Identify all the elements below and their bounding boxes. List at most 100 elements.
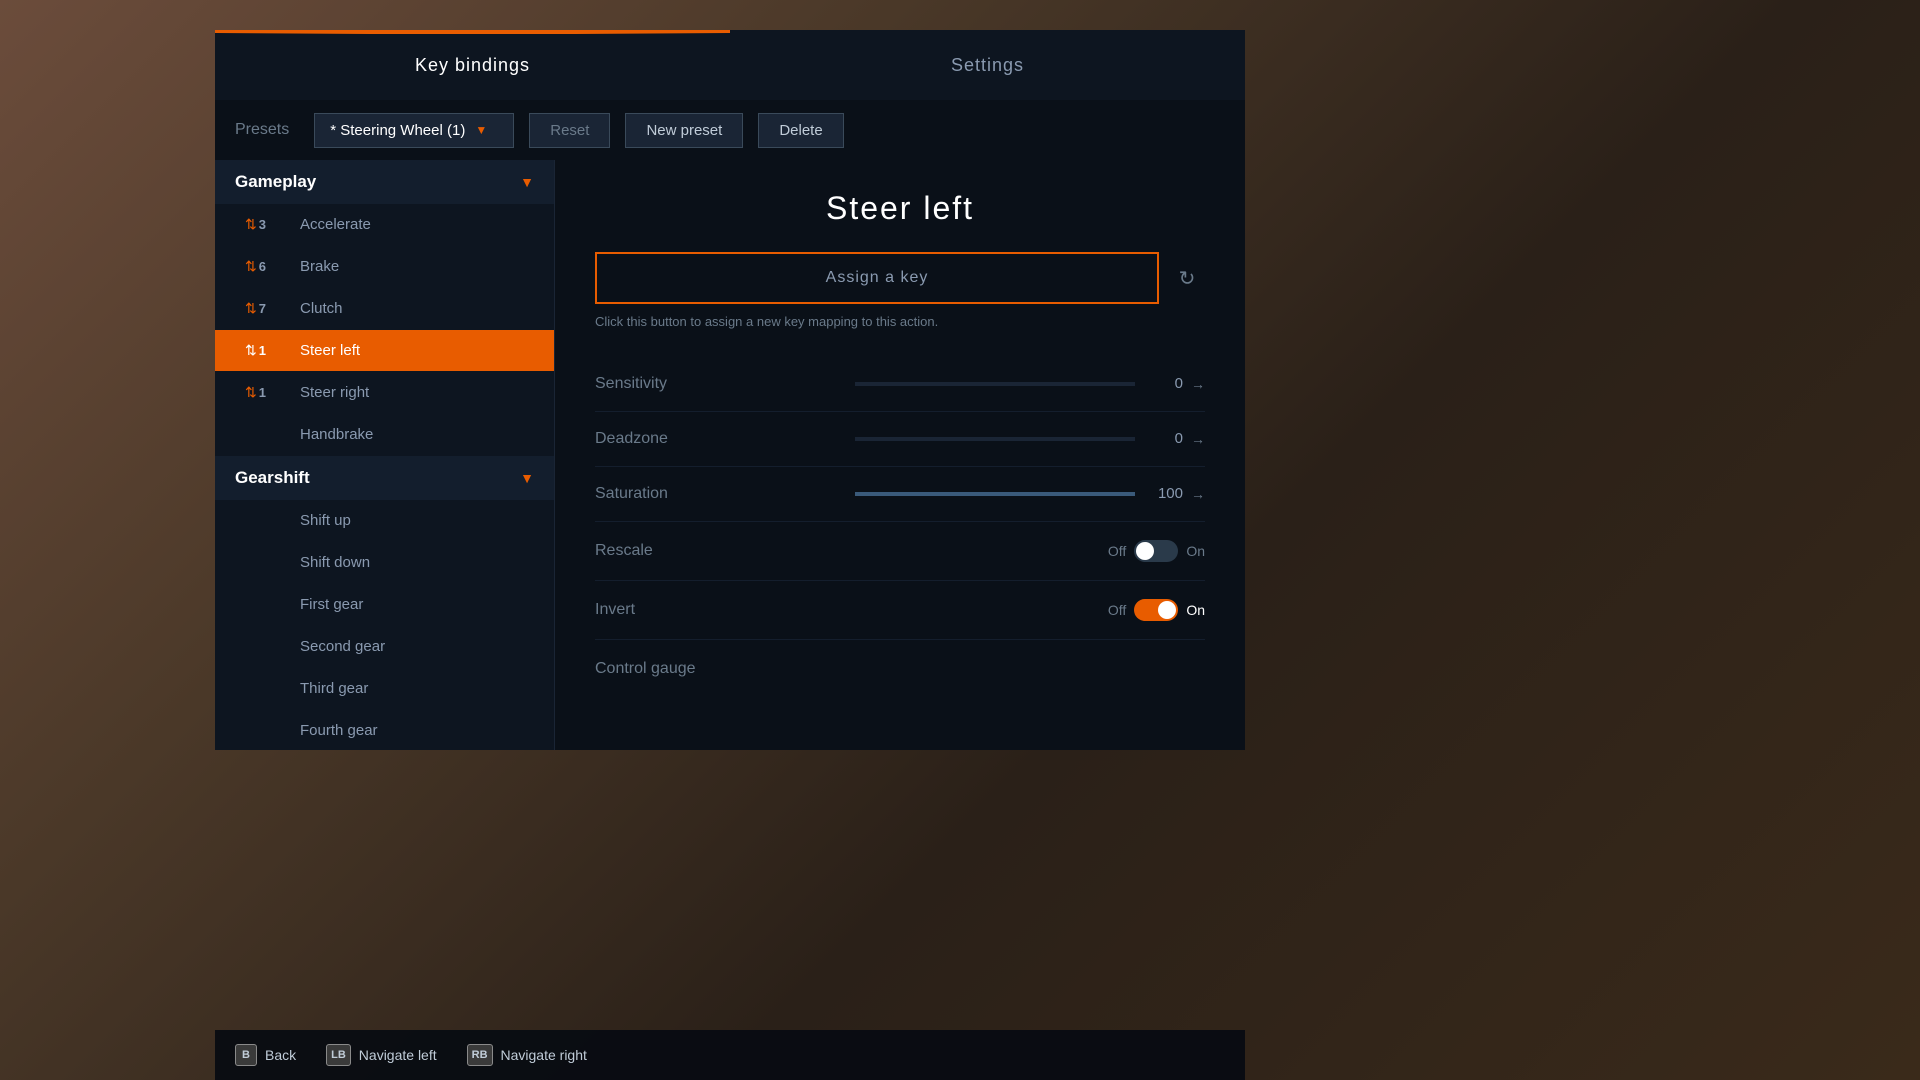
invert-toggle-knob — [1158, 601, 1176, 619]
sidebar-item-second-gear[interactable]: Second gear — [215, 626, 554, 668]
back-label: Back — [265, 1047, 296, 1063]
sidebar-item-label: Third gear — [300, 680, 368, 697]
reset-binding-button[interactable]: ↻ — [1169, 260, 1205, 296]
binding-icon-brake: ⇅ 6 — [245, 258, 285, 275]
sidebar-item-steer-right[interactable]: ⇅ 1 Steer right — [215, 372, 554, 414]
sidebar-item-label: Second gear — [300, 638, 385, 655]
binding-icon-steer-right: ⇅ 1 — [245, 384, 285, 401]
binding-icon-clutch: ⇅ 7 — [245, 300, 285, 317]
saturation-value: 100 — [1153, 485, 1183, 502]
setting-row-deadzone: Deadzone 0 → — [595, 412, 1205, 467]
sidebar-item-label: Shift up — [300, 512, 351, 529]
bottom-nav: B Back LB Navigate left RB Navigate righ… — [215, 1030, 1245, 1080]
section-title-gameplay: Gameplay — [235, 172, 316, 192]
binding-icon-steer-left: ⇅ 1 — [245, 342, 285, 359]
sidebar-item-accelerate[interactable]: ⇅ 3 Accelerate — [215, 204, 554, 246]
navigate-left-label: Navigate left — [359, 1047, 437, 1063]
sensitivity-value: 0 — [1153, 375, 1183, 392]
setting-row-saturation: Saturation 100 → — [595, 467, 1205, 522]
deadzone-value: 0 — [1153, 430, 1183, 447]
new-preset-button[interactable]: New preset — [625, 113, 743, 148]
section-header-gameplay[interactable]: Gameplay ▼ — [215, 160, 554, 204]
sidebar-item-label: Handbrake — [300, 426, 373, 443]
rescale-toggle-container: Off On — [1108, 540, 1205, 562]
sidebar-item-first-gear[interactable]: First gear — [215, 584, 554, 626]
rescale-toggle-knob — [1136, 542, 1154, 560]
saturation-slider-track[interactable] — [855, 492, 1135, 496]
saturation-slider-fill — [855, 492, 1135, 496]
preset-selected-value: * Steering Wheel (1) — [330, 122, 465, 139]
deadzone-slider-track[interactable] — [855, 437, 1135, 441]
sidebar-item-label: First gear — [300, 596, 363, 613]
sidebar-item-handbrake[interactable]: Handbrake — [215, 414, 554, 456]
sidebar-item-label: Fourth gear — [300, 722, 378, 739]
sidebar-item-label: Accelerate — [300, 216, 371, 233]
nav-navigate-left: LB Navigate left — [326, 1044, 437, 1066]
navigate-left-key-icon: LB — [326, 1044, 351, 1066]
section-title-gearshift: Gearshift — [235, 468, 310, 488]
rescale-on-label: On — [1186, 543, 1205, 559]
rescale-toggle[interactable] — [1134, 540, 1178, 562]
content-area: Gameplay ▼ ⇅ 3 Accelerate ⇅ 6 Brake — [215, 160, 1245, 750]
sidebar-item-fourth-gear[interactable]: Fourth gear — [215, 710, 554, 750]
tab-settings-label: Settings — [951, 55, 1024, 76]
assign-key-button[interactable]: Assign a key — [595, 252, 1159, 304]
sidebar-item-clutch[interactable]: ⇅ 7 Clutch — [215, 288, 554, 330]
tab-bar: Key bindings Settings — [215, 30, 1245, 100]
action-title: Steer left — [595, 190, 1205, 227]
navigate-right-key-icon: RB — [467, 1044, 493, 1066]
presets-bar: Presets * Steering Wheel (1) ▼ Reset New… — [215, 100, 1245, 160]
saturation-value-container: 100 → — [845, 485, 1205, 502]
rescale-off-label: Off — [1108, 543, 1126, 559]
rescale-label: Rescale — [595, 542, 1108, 560]
nav-navigate-right: RB Navigate right — [467, 1044, 587, 1066]
invert-on-label: On — [1186, 602, 1205, 618]
presets-label: Presets — [235, 121, 289, 139]
saturation-label: Saturation — [595, 485, 845, 503]
sensitivity-arrows[interactable]: → — [1191, 376, 1205, 392]
invert-label: Invert — [595, 601, 1108, 619]
preset-dropdown[interactable]: * Steering Wheel (1) ▼ — [314, 113, 514, 148]
assign-key-container: Assign a key ↻ — [595, 252, 1205, 304]
invert-toggle[interactable] — [1134, 599, 1178, 621]
tab-keybindings[interactable]: Key bindings — [215, 30, 730, 100]
tab-keybindings-label: Key bindings — [415, 55, 530, 76]
reset-button[interactable]: Reset — [529, 113, 610, 148]
back-key-icon: B — [235, 1044, 257, 1066]
sidebar-item-shift-up[interactable]: Shift up — [215, 500, 554, 542]
setting-row-invert: Invert Off On — [595, 581, 1205, 640]
sensitivity-value-container: 0 → — [845, 375, 1205, 392]
saturation-arrows[interactable]: → — [1191, 486, 1205, 502]
sidebar: Gameplay ▼ ⇅ 3 Accelerate ⇅ 6 Brake — [215, 160, 555, 750]
setting-row-rescale: Rescale Off On — [595, 522, 1205, 581]
tab-settings[interactable]: Settings — [730, 30, 1245, 100]
invert-off-label: Off — [1108, 602, 1126, 618]
deadzone-value-container: 0 → — [845, 430, 1205, 447]
sidebar-item-label: Shift down — [300, 554, 370, 571]
sidebar-item-label: Steer left — [300, 342, 360, 359]
control-gauge-label: Control gauge — [595, 660, 1205, 678]
sidebar-item-shift-down[interactable]: Shift down — [215, 542, 554, 584]
nav-back: B Back — [235, 1044, 296, 1066]
sidebar-item-label: Clutch — [300, 300, 343, 317]
chevron-down-icon: ▼ — [520, 174, 534, 190]
navigate-right-label: Navigate right — [501, 1047, 587, 1063]
assign-key-tooltip: Click this button to assign a new key ma… — [595, 312, 1205, 332]
sensitivity-label: Sensitivity — [595, 375, 845, 393]
section-header-gearshift[interactable]: Gearshift ▼ — [215, 456, 554, 500]
chevron-down-icon: ▼ — [520, 470, 534, 486]
sidebar-item-steer-left[interactable]: ⇅ 1 Steer left — [215, 330, 554, 372]
sensitivity-slider-track[interactable] — [855, 382, 1135, 386]
deadzone-arrows[interactable]: → — [1191, 431, 1205, 447]
deadzone-label: Deadzone — [595, 430, 845, 448]
right-panel: Steer left Assign a key ↻ Click this but… — [555, 160, 1245, 750]
delete-button[interactable]: Delete — [758, 113, 843, 148]
tab-accent — [215, 30, 730, 34]
sidebar-item-third-gear[interactable]: Third gear — [215, 668, 554, 710]
chevron-down-icon: ▼ — [475, 123, 487, 137]
invert-toggle-container: Off On — [1108, 599, 1205, 621]
sidebar-item-label: Brake — [300, 258, 339, 275]
sidebar-item-brake[interactable]: ⇅ 6 Brake — [215, 246, 554, 288]
setting-row-sensitivity: Sensitivity 0 → — [595, 357, 1205, 412]
main-container: Key bindings Settings Presets * Steering… — [215, 30, 1245, 750]
